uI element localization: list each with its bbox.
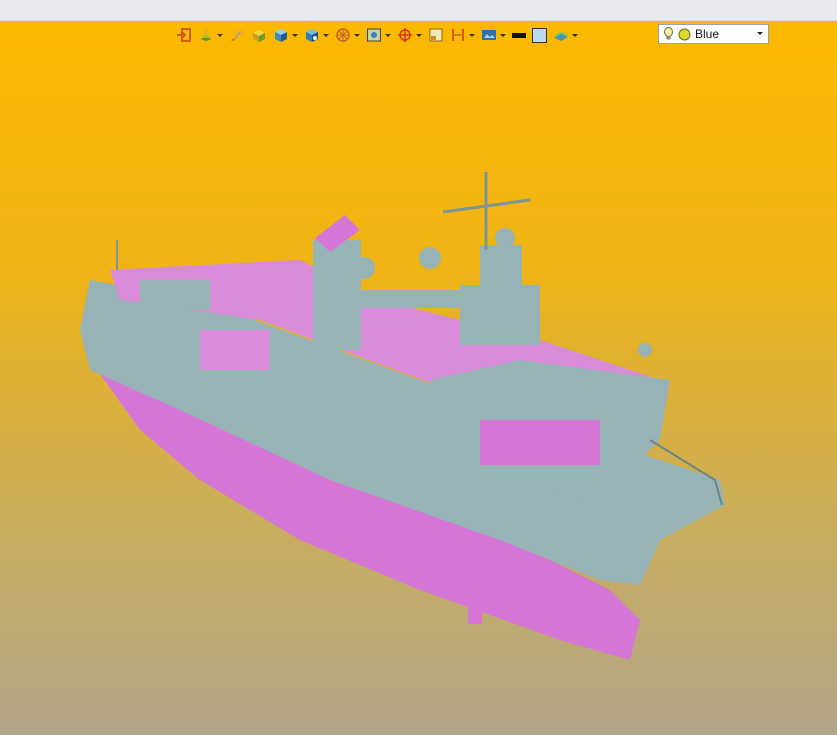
fill-color-button[interactable]: [532, 24, 547, 46]
target-button[interactable]: [397, 24, 422, 46]
plane-icon: [554, 32, 568, 41]
fill-color-icon: [532, 27, 547, 43]
chevron-down-icon: [416, 33, 422, 37]
cube-view-icon: [306, 29, 318, 42]
brush-button[interactable]: [229, 24, 245, 46]
chevron-down-icon: [292, 33, 298, 37]
section-button[interactable]: [450, 24, 475, 46]
chevron-down-icon: [354, 33, 360, 37]
light-bulb-icon: [663, 27, 674, 41]
box-shaded-icon: [253, 30, 265, 42]
cube-button[interactable]: [273, 24, 298, 46]
display-icon: [367, 28, 381, 42]
3d-viewport[interactable]: Blue: [0, 21, 837, 735]
ship-model[interactable]: [0, 21, 837, 735]
cube-view-button[interactable]: [304, 24, 329, 46]
chevron-down-icon: [385, 33, 391, 37]
light-select-value: Blue: [695, 27, 720, 41]
chevron-down-icon: [500, 33, 506, 37]
chevron-down-icon: [323, 33, 329, 37]
section-icon: [452, 29, 464, 41]
plane-button[interactable]: [553, 24, 578, 46]
box-shaded-button[interactable]: [251, 24, 267, 46]
title-bar: [0, 0, 837, 21]
layers-icon: [200, 28, 212, 41]
sheet-icon: [429, 28, 443, 42]
wheel-button[interactable]: [335, 24, 360, 46]
line-color-icon: [512, 32, 526, 38]
layers-button[interactable]: [198, 24, 223, 46]
exit-icon: [177, 28, 191, 42]
target-icon: [398, 28, 412, 42]
wheel-icon: [336, 28, 350, 42]
display-button[interactable]: [366, 24, 391, 46]
chevron-down-icon: [217, 33, 223, 37]
line-color-button[interactable]: [512, 24, 526, 46]
light-select[interactable]: Blue: [658, 24, 769, 44]
chevron-down-icon: [757, 32, 763, 35]
exit-button[interactable]: [176, 24, 192, 46]
chevron-down-icon: [469, 33, 475, 37]
light-sphere-icon: [678, 28, 691, 41]
sheet-button[interactable]: [428, 24, 444, 46]
render-button[interactable]: [481, 24, 506, 46]
chevron-down-icon: [572, 33, 578, 37]
cube-icon: [275, 29, 287, 42]
render-icon: [482, 30, 496, 40]
brush-icon: [231, 30, 242, 41]
view-toolbar: [176, 23, 584, 47]
